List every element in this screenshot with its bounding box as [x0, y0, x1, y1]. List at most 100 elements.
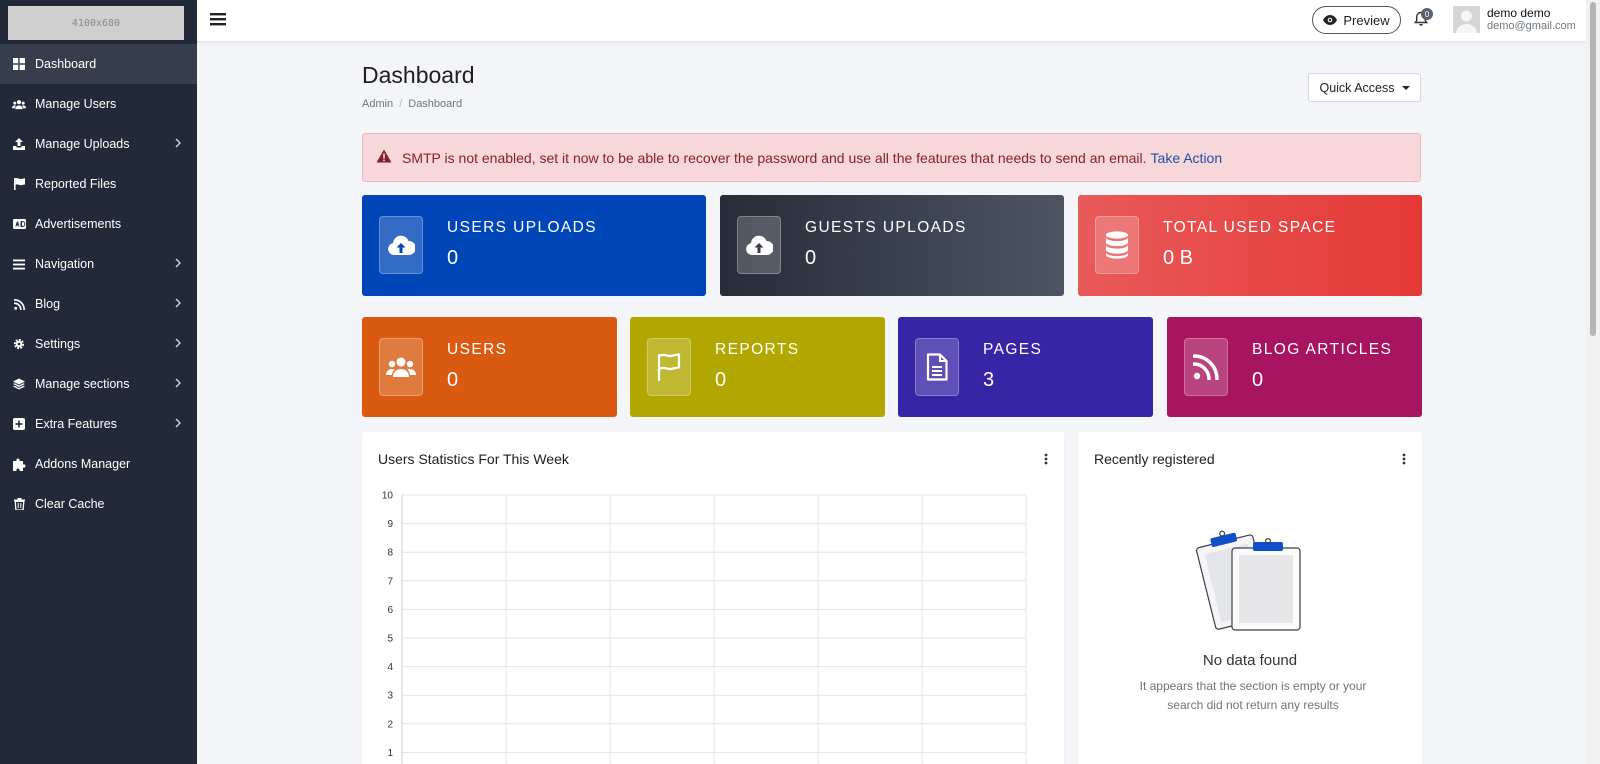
bars-icon [12, 257, 26, 271]
y-tick-label: 5 [387, 634, 393, 645]
take-action-link[interactable]: Take Action [1151, 150, 1223, 166]
y-tick-label: 7 [387, 576, 393, 587]
sidebar-item-label: Dashboard [35, 57, 97, 71]
stat-value: 0 B [1163, 247, 1194, 269]
sidebar-item-label: Addons Manager [35, 457, 131, 471]
logo[interactable]: 4100x680 [8, 6, 184, 40]
y-tick-label: 4 [387, 662, 393, 673]
sidebar-item-label: Clear Cache [35, 497, 105, 511]
sidebar-item-extra-features[interactable]: Extra Features [0, 404, 197, 444]
y-tick-label: 8 [387, 548, 393, 559]
stat-label: BLOG ARTICLES [1252, 341, 1393, 358]
stat-label: PAGES [983, 341, 1043, 358]
user-name[interactable]: demo demo [1487, 6, 1550, 20]
recently-registered-card: Recently registered No data found It app… [1078, 432, 1422, 764]
stat-card-total-used-space: TOTAL USED SPACE 0 B [1078, 195, 1422, 296]
chevron-right-icon [175, 257, 181, 271]
stat-value: 0 [805, 247, 817, 269]
hamburger-menu-icon[interactable] [210, 11, 226, 30]
stat-value: 0 [447, 369, 459, 391]
stat-label: GUESTS UPLOADS [805, 219, 967, 236]
page-title: Dashboard [362, 62, 475, 88]
chevron-right-icon [175, 137, 181, 151]
flag-icon [12, 177, 26, 191]
stat-value: 3 [983, 369, 995, 391]
y-tick-label: 3 [387, 691, 393, 702]
preview-button[interactable]: Preview [1312, 6, 1401, 34]
database-icon [1095, 216, 1139, 274]
flag-outline-icon [647, 338, 691, 396]
sidebar-item-label: Reported Files [35, 177, 117, 191]
rss-icon [12, 297, 26, 311]
sidebar-item-label: Extra Features [35, 417, 117, 431]
sidebar-item-advertisements[interactable]: Advertisements [0, 204, 197, 244]
topbar: Preview 0 demo demo demo@gmail.com [197, 0, 1586, 42]
preview-label: Preview [1343, 12, 1390, 28]
y-tick-label: 6 [387, 605, 393, 616]
sidebar-item-label: Navigation [35, 257, 95, 271]
caret-down-icon [1401, 85, 1410, 90]
users-statistics-chart: 10 9 8 7 6 5 4 3 2 1 [382, 491, 1027, 764]
stat-label: USERS [447, 341, 508, 358]
stat-card-reports: REPORTS 0 [630, 317, 885, 417]
breadcrumb-separator: / [399, 98, 403, 110]
sidebar-item-clear-cache[interactable]: Clear Cache [0, 484, 197, 524]
empty-clipboard-icon [1194, 522, 1304, 637]
trash-icon [12, 497, 26, 511]
stat-label: USERS UPLOADS [447, 219, 597, 236]
card-title: Recently registered [1094, 451, 1215, 467]
chevron-right-icon [175, 377, 181, 391]
layers-icon [12, 377, 26, 391]
sidebar-item-label: Manage Users [35, 97, 117, 111]
sidebar-item-manage-uploads[interactable]: Manage Uploads [0, 124, 197, 164]
cloud-upload-icon [379, 216, 423, 274]
users-statistics-card: Users Statistics For This Week 10 9 8 7 6 5 4 3… [362, 432, 1064, 764]
sidebar-item-dashboard[interactable]: Dashboard [0, 44, 197, 84]
sidebar: 4100x680 Dashboard Manage Users Manage Upl… [0, 0, 197, 764]
users-icon [12, 97, 26, 111]
sidebar-item-reported-files[interactable]: Reported Files [0, 164, 197, 204]
stat-value: 0 [1252, 369, 1264, 391]
sidebar-item-label: Manage Uploads [35, 137, 130, 151]
breadcrumb: Admin / Dashboard [362, 98, 462, 110]
sidebar-item-settings[interactable]: Settings [0, 324, 197, 364]
stat-card-users: USERS 0 [362, 317, 617, 417]
scrollbar-thumb[interactable] [1590, 2, 1596, 336]
quick-access-dropdown[interactable]: Quick Access [1308, 73, 1421, 102]
plus-square-icon [12, 417, 26, 431]
stat-value: 0 [447, 247, 459, 269]
smtp-alert: SMTP is not enabled, set it now to be ab… [362, 133, 1421, 182]
empty-state-text: It appears that the section is empty or … [1139, 679, 1367, 712]
page-scrollbar[interactable] [1586, 0, 1600, 764]
empty-state-title: No data found [1202, 652, 1298, 669]
y-tick-label: 9 [387, 519, 393, 530]
stat-card-blog-articles: BLOG ARTICLES 0 [1167, 317, 1422, 417]
cloud-upload-icon [737, 216, 781, 274]
upload-icon [12, 137, 26, 151]
stat-label: TOTAL USED SPACE [1163, 219, 1337, 236]
breadcrumb-admin[interactable]: Admin [362, 98, 393, 110]
y-tick-label: 2 [387, 719, 393, 730]
avatar[interactable] [1453, 6, 1480, 33]
sidebar-item-label: Advertisements [35, 217, 122, 231]
stat-card-pages: PAGES 3 [898, 317, 1153, 417]
users-icon [379, 338, 423, 396]
warning-icon [376, 149, 392, 166]
sidebar-item-addons-manager[interactable]: Addons Manager [0, 444, 197, 484]
sidebar-item-label: Manage sections [35, 377, 130, 391]
gear-icon [12, 337, 26, 351]
more-vertical-icon[interactable] [1402, 453, 1406, 468]
sidebar-item-navigation[interactable]: Navigation [0, 244, 197, 284]
stat-label: REPORTS [715, 341, 800, 358]
dashboard-icon [12, 57, 26, 71]
file-text-icon [915, 338, 959, 396]
sidebar-item-label: Blog [35, 297, 61, 311]
sidebar-item-blog[interactable]: Blog [0, 284, 197, 324]
breadcrumb-dashboard: Dashboard [408, 98, 463, 110]
y-tick-label: 1 [387, 748, 393, 759]
sidebar-item-manage-sections[interactable]: Manage sections [0, 364, 197, 404]
user-email: demo@gmail.com [1487, 20, 1576, 32]
sidebar-item-manage-users[interactable]: Manage Users [0, 84, 197, 124]
stat-card-guests-uploads: GUESTS UPLOADS 0 [720, 195, 1064, 296]
y-tick-label: 10 [382, 491, 394, 502]
